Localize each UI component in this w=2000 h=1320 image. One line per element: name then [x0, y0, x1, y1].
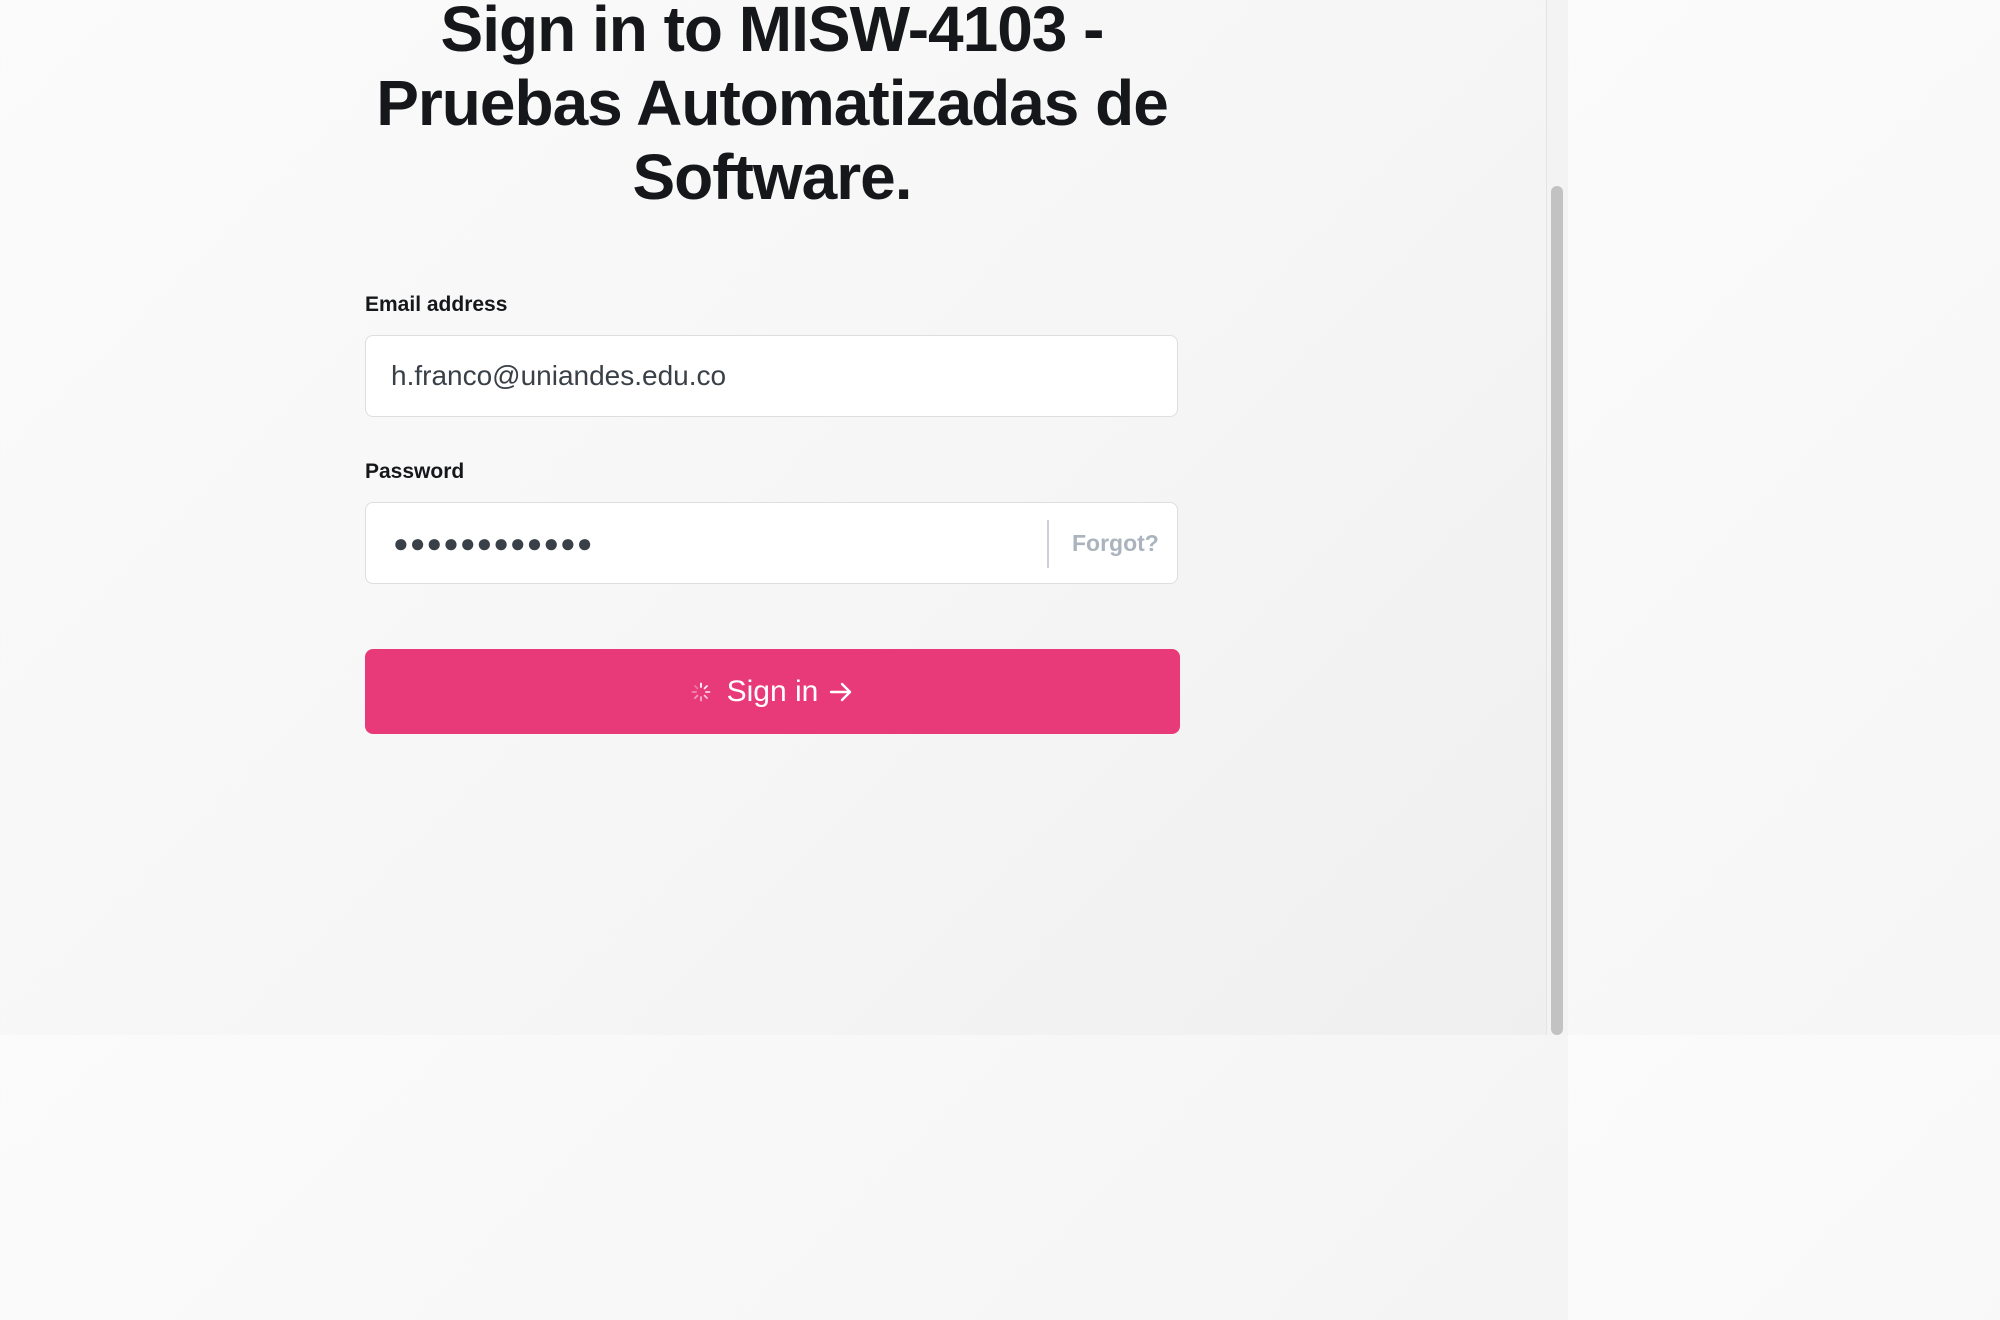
signin-page: Sign in to MISW-4103 - Pruebas Automatiz… [0, 0, 1546, 1035]
arrow-right-icon [830, 682, 852, 701]
email-field[interactable] [366, 336, 1177, 416]
password-field[interactable]: ●●●●●●●●●●●● Forgot? [365, 502, 1178, 584]
password-divider [1047, 520, 1049, 568]
page-title: Sign in to MISW-4103 - Pruebas Automatiz… [376, 0, 1169, 213]
sign-in-button[interactable]: Sign in [365, 649, 1180, 734]
forgot-password-link[interactable]: Forgot? [1072, 503, 1159, 583]
vertical-scrollbar[interactable] [1546, 0, 1568, 1035]
sign-in-label: Sign in [726, 674, 819, 708]
password-label: Password [365, 460, 465, 483]
email-label: Email address [365, 293, 508, 316]
loading-spinner-icon [691, 682, 711, 701]
scrollbar-thumb[interactable] [1551, 186, 1563, 1035]
password-masked-value: ●●●●●●●●●●●● [393, 528, 594, 558]
email-field-container [365, 335, 1178, 417]
